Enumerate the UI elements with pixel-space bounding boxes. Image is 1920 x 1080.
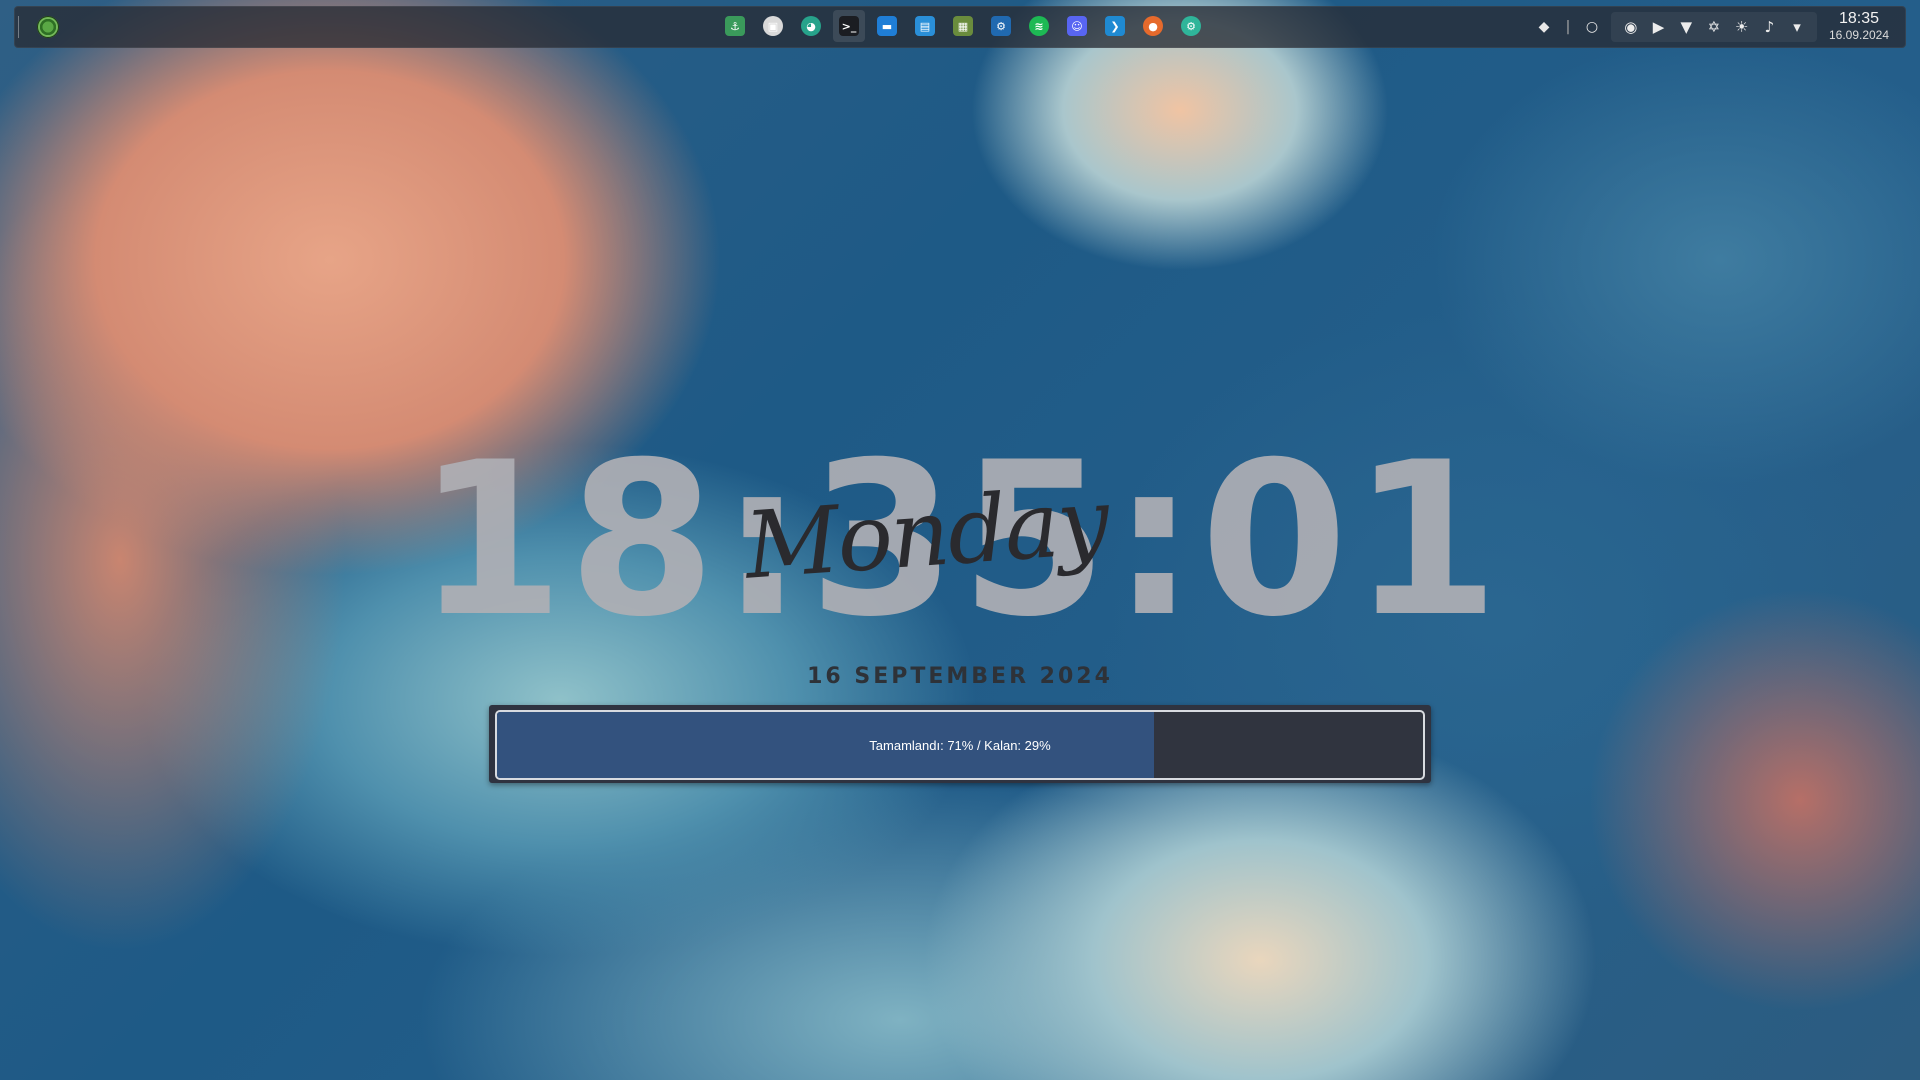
- vscode-icon: ❯: [1105, 16, 1125, 36]
- minecraft-app[interactable]: ▦: [947, 10, 979, 42]
- top-panel: ⚓ ▣ ◕ >_ ▬ ▤ ▦ ⚙ ≋ ☺ ❯ ● ⚙ ◆ | ○ ◉ ▶ ▼ ✡ ☀ ♪ ▾ 18:35 16.09…: [14, 6, 1906, 48]
- gear-icon: ⚙: [1181, 16, 1201, 36]
- folder-icon: ▤: [915, 16, 935, 36]
- panel-clock[interactable]: 18:35 16.09.2024: [1817, 10, 1901, 43]
- drop-icon[interactable]: ◆: [1535, 18, 1553, 36]
- expand-tray-icon[interactable]: ▾: [1788, 18, 1806, 36]
- firefox-icon: ●: [1143, 16, 1163, 36]
- window-app[interactable]: ▬: [871, 10, 903, 42]
- volume-icon[interactable]: ♪: [1760, 18, 1778, 36]
- tray-separator: |: [1565, 19, 1571, 35]
- task-manager: ⚓ ▣ ◕ >_ ▬ ▤ ▦ ⚙ ≋ ☺ ❯ ● ⚙: [719, 10, 1207, 44]
- firefox-app[interactable]: ●: [1137, 10, 1169, 42]
- panel-separator: [18, 16, 19, 38]
- circle-icon[interactable]: ○: [1583, 18, 1601, 36]
- disk-icon: ▣: [763, 16, 783, 36]
- spotify-app[interactable]: ≋: [1023, 10, 1055, 42]
- discord-icon: ☺: [1067, 16, 1087, 36]
- system-tray-icons: ◉ ▶ ▼ ✡ ☀ ♪ ▾: [1611, 12, 1817, 42]
- terminal-app[interactable]: >_: [833, 10, 865, 42]
- media-play-icon[interactable]: ▶: [1650, 18, 1668, 36]
- discord-app[interactable]: ☺: [1061, 10, 1093, 42]
- bluetooth-icon[interactable]: ✡: [1705, 18, 1723, 36]
- panel-clock-time: 18:35: [1838, 10, 1880, 27]
- minecraft-icon: ▦: [953, 16, 973, 36]
- progress-widget: Tamamlandı: 71% / Kalan: 29%: [489, 705, 1431, 783]
- steam-tray-icon[interactable]: ◉: [1622, 18, 1640, 36]
- progress-bar: Tamamlandı: 71% / Kalan: 29%: [495, 710, 1425, 780]
- wifi-icon[interactable]: ▼: [1677, 18, 1695, 36]
- files-app[interactable]: ▤: [909, 10, 941, 42]
- system-tray-left: ◆ | ○: [1535, 7, 1601, 47]
- steam-app[interactable]: ⚙: [985, 10, 1017, 42]
- panel-clock-date: 16.09.2024: [1828, 28, 1890, 42]
- window-icon: ▬: [877, 16, 897, 36]
- progress-label: Tamamlandı: 71% / Kalan: 29%: [869, 737, 1051, 753]
- taskmanager-app[interactable]: ⚓: [719, 10, 751, 42]
- elephant-icon: ◕: [801, 16, 821, 36]
- opensuse-logo-icon[interactable]: [37, 16, 59, 38]
- vscode-app[interactable]: ❯: [1099, 10, 1131, 42]
- plug-icon: ⚓: [725, 16, 745, 36]
- desktop-date: 16 SEPTEMBER 2024: [807, 664, 1113, 689]
- elephant-app[interactable]: ◕: [795, 10, 827, 42]
- settings-app[interactable]: ⚙: [1175, 10, 1207, 42]
- brightness-icon[interactable]: ☀: [1733, 18, 1751, 36]
- terminal-icon: >_: [839, 16, 859, 36]
- steam-icon: ⚙: [991, 16, 1011, 36]
- disk-app[interactable]: ▣: [757, 10, 789, 42]
- spotify-icon: ≋: [1029, 16, 1049, 36]
